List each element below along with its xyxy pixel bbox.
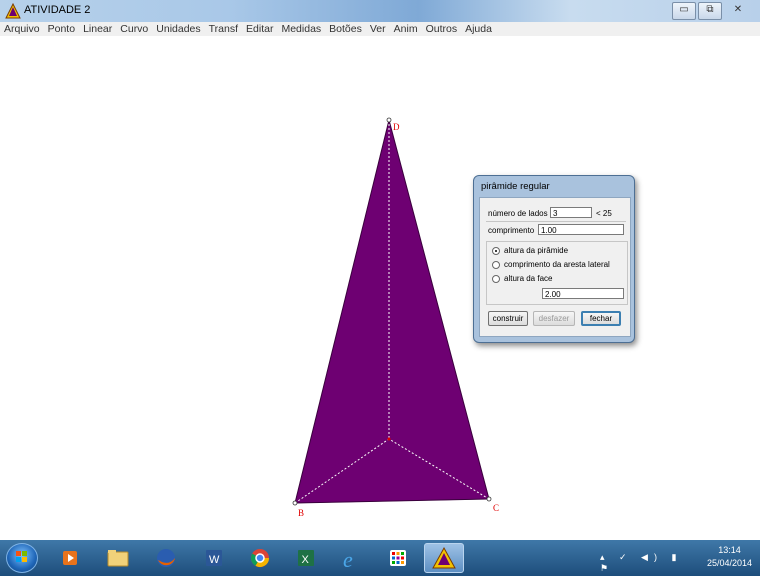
taskbar: W X e ▴ ✓ ◀) ▮ ⚑ 13:14 25/04/2014 [0,540,760,576]
radio-pyramid-height[interactable] [492,247,500,255]
sides-input[interactable]: 3 [550,207,592,218]
taskbar-chrome[interactable] [242,543,278,573]
word-icon: W [206,550,222,566]
svg-text:X: X [302,554,310,566]
start-button[interactable] [6,543,38,573]
restore-button[interactable]: ⧉ [698,2,722,20]
sides-limit: < 25 [596,209,612,218]
sides-label: número de lados [488,209,548,218]
taskbar-media-player[interactable] [52,543,88,573]
pyramid-app-icon [432,546,456,569]
construct-button[interactable]: construir [488,311,528,326]
label-b: B [298,508,304,518]
apps-grid-icon [390,550,406,566]
taskbar-atividade[interactable] [424,543,464,573]
length-label: comprimento [488,226,535,235]
media-player-icon [63,551,77,565]
divider [486,221,626,222]
app-pyramid-icon [5,3,21,19]
system-tray: ▴ ✓ ◀) ▮ ⚑ 13:14 25/04/2014 [600,540,760,576]
taskbar-apps[interactable] [380,543,416,573]
taskbar-explorer[interactable] [100,543,136,573]
vertex-a[interactable] [387,437,391,441]
menu-linear[interactable]: Linear [79,22,116,36]
option-face-height: altura da face [504,274,553,283]
title-bar: ATIVIDADE 2 ▭ ⧉ ✕ [0,0,760,22]
taskbar-firefox[interactable] [148,543,184,573]
svg-text:e: e [343,547,353,572]
menu-unidades[interactable]: Unidades [152,22,204,36]
menu-editar[interactable]: Editar [242,22,277,36]
menu-anim[interactable]: Anim [390,22,422,36]
menu-curvo[interactable]: Curvo [116,22,152,36]
internet-explorer-icon: e [343,547,353,572]
svg-text:W: W [209,554,220,566]
clock-time: 13:14 [718,545,741,555]
menu-transf[interactable]: Transf [205,22,242,36]
dialog-body: número de lados 3 < 25 comprimento 1.00 … [479,197,631,337]
vertex-d[interactable] [386,117,392,123]
window-title: ATIVIDADE 2 [24,4,91,16]
menu-arquivo[interactable]: Arquivo [0,22,44,36]
undo-button[interactable]: desfazer [533,311,575,326]
label-d: D [393,122,400,132]
menu-ver[interactable]: Ver [366,22,390,36]
vertex-c[interactable] [486,496,492,502]
drawing-canvas[interactable]: D B C [0,36,760,540]
pyramid-dialog: pirâmide regular número de lados 3 < 25 … [473,175,635,343]
option-pyramid-height: altura da pirâmide [504,246,569,255]
vertex-b[interactable] [292,500,298,506]
height-mode-group: altura da pirâmide comprimento da aresta… [486,241,628,305]
windows-logo-icon [16,551,27,562]
close-button[interactable]: ✕ [724,2,752,20]
taskbar-excel[interactable]: X [288,543,324,573]
height-input[interactable]: 2.00 [542,288,624,299]
clock-date: 25/04/2014 [706,558,752,568]
radio-lateral-edge[interactable] [492,261,500,269]
menu-botoes[interactable]: Botões [325,22,366,36]
option-lateral-edge: comprimento da aresta lateral [504,260,610,269]
clock[interactable]: 13:14 25/04/2014 [707,544,752,570]
chrome-icon [250,549,269,568]
close-dialog-button[interactable]: fechar [581,311,621,326]
taskbar-word[interactable]: W [196,543,232,573]
minimize-button[interactable]: ▭ [672,2,696,20]
dialog-title: pirâmide regular [481,181,550,192]
radio-face-height[interactable] [492,275,500,283]
menu-outros[interactable]: Outros [422,22,462,36]
folder-icon [107,550,129,567]
excel-icon: X [298,550,314,566]
taskbar-ie[interactable]: e [334,543,370,573]
pyramid-figure: D B C [292,117,499,518]
tray-icons[interactable]: ▴ ✓ ◀) ▮ ⚑ [600,552,702,574]
menu-bar: Arquivo Ponto Linear Curvo Unidades Tran… [0,22,760,36]
length-input[interactable]: 1.00 [538,224,624,235]
menu-ajuda[interactable]: Ajuda [461,22,496,36]
menu-ponto[interactable]: Ponto [44,22,79,36]
menu-medidas[interactable]: Medidas [277,22,325,36]
firefox-icon [157,549,175,567]
label-c: C [493,503,499,513]
